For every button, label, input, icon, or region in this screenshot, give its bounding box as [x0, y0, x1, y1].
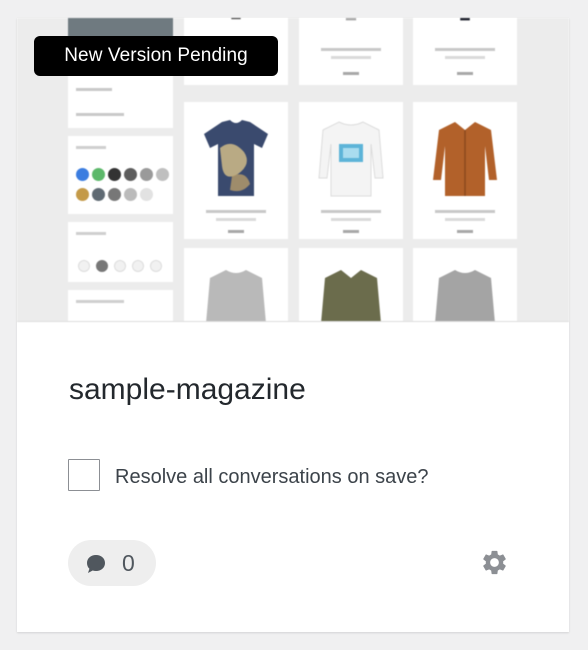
- preview-color-swatch: [92, 168, 105, 181]
- speech-bubble-icon: [87, 555, 105, 573]
- preview-product-tile: [413, 18, 517, 85]
- preview-product-tile: [299, 248, 403, 321]
- comment-count: 0: [122, 550, 135, 576]
- preview-product-tile: [299, 18, 403, 85]
- gear-icon[interactable]: [480, 548, 509, 577]
- preview-color-swatch: [156, 168, 169, 181]
- preview-color-swatch: [124, 168, 137, 181]
- preview-size-filter: [68, 222, 173, 282]
- site-title[interactable]: sample-magazine: [69, 372, 306, 408]
- resolve-conversations-checkbox[interactable]: [68, 459, 100, 491]
- preview-product-tile: [299, 102, 403, 239]
- preview-color-swatch: [140, 168, 153, 181]
- preview-product-tile: [184, 102, 288, 239]
- preview-color-swatch: [76, 188, 89, 201]
- comments-button[interactable]: 0: [68, 540, 156, 586]
- preview-color-swatch: [140, 188, 153, 201]
- preview-color-swatch: [92, 188, 105, 201]
- preview-color-swatch: [108, 188, 121, 201]
- preview-product-tile: [413, 102, 517, 239]
- preview-color-swatch: [124, 188, 137, 201]
- site-card: New Version Pending sample-magazine Reso…: [17, 18, 569, 632]
- resolve-conversations-label[interactable]: Resolve all conversations on save?: [115, 465, 429, 489]
- new-version-pending-badge: New Version Pending: [34, 36, 278, 76]
- preview-filter-panel: [68, 290, 173, 321]
- preview-product-tile: [413, 248, 517, 321]
- preview-product-tile: [184, 248, 288, 321]
- preview-color-swatch: [108, 168, 121, 181]
- preview-color-swatch: [76, 168, 89, 181]
- preview-color-filter: [68, 136, 173, 214]
